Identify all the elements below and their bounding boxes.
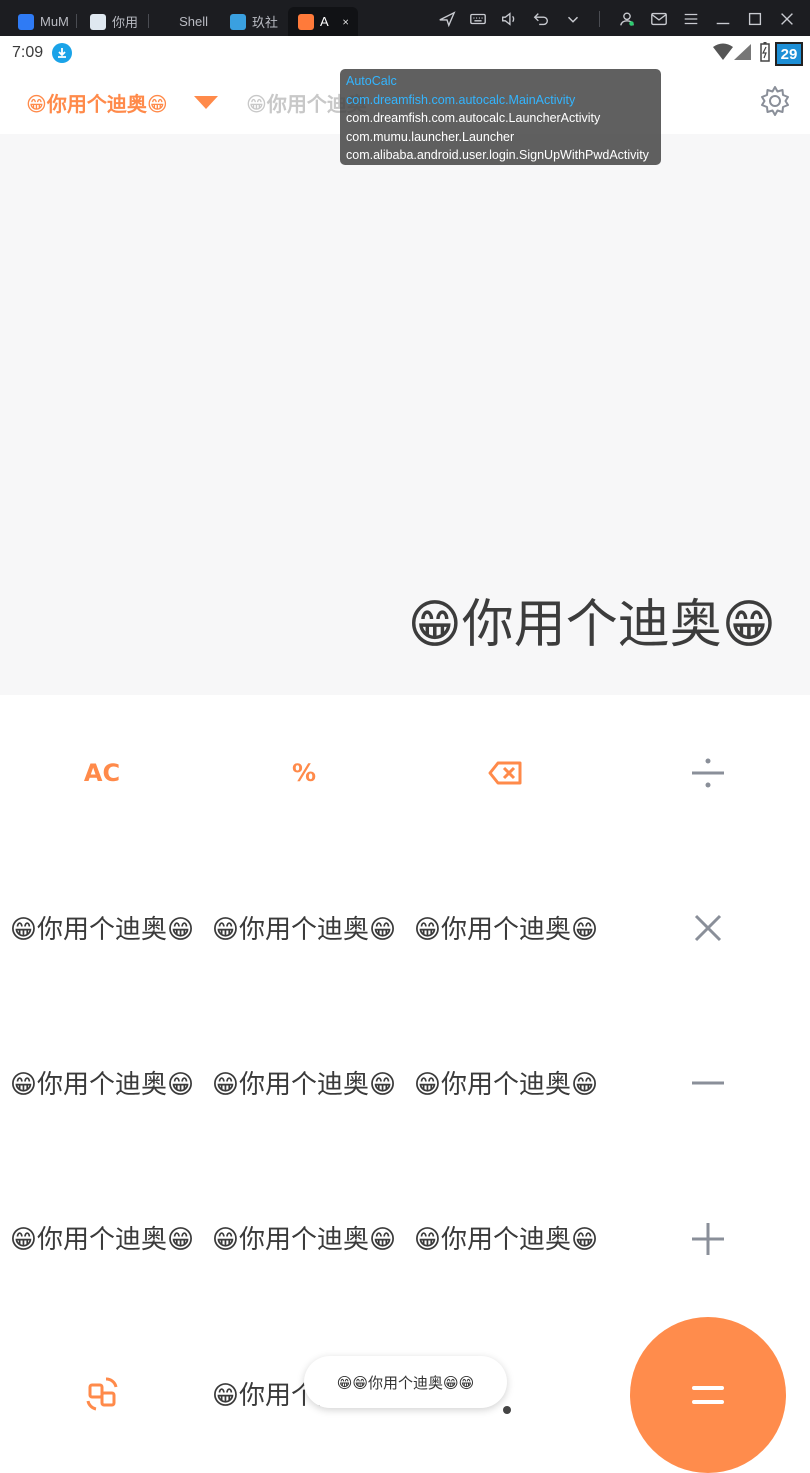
status-bar: 7:09 29 (0, 36, 810, 70)
rotate-button[interactable] (66, 1360, 138, 1426)
undo-icon[interactable] (530, 8, 552, 30)
wifi-icon (713, 43, 733, 60)
menu-icon[interactable] (680, 8, 702, 30)
battery-level-badge: 29 (775, 42, 803, 66)
ac-button[interactable]: AC (52, 740, 152, 806)
key-r3c1[interactable]: 😁你用个迪奥😁 (7, 1207, 197, 1273)
tab-shell[interactable]: Shell (160, 7, 218, 36)
key-r1c2[interactable]: 😁你用个迪奥😁 (209, 897, 399, 963)
key-r1c3[interactable]: 😁你用个迪奥😁 (411, 897, 601, 963)
download-icon (52, 43, 72, 63)
mumu-logo-icon (18, 13, 34, 30)
decimal-point-button[interactable] (503, 1406, 511, 1414)
mode-tab-active[interactable]: 😁你用个迪奥😁 (26, 88, 168, 117)
tooltip-app-name: AutoCalc (346, 74, 397, 88)
minus-button[interactable] (672, 1050, 744, 1116)
key-r3c2[interactable]: 😁你用个迪奥😁 (209, 1207, 399, 1273)
tab-autocalc[interactable]: A (288, 7, 358, 36)
backspace-icon (488, 761, 522, 785)
divide-button[interactable] (672, 740, 744, 806)
equals-icon (692, 1386, 724, 1404)
tooltip-activity-signup: com.alibaba.android.user.login.SignUpWit… (346, 148, 649, 162)
battery-icon (760, 42, 770, 62)
calculator-display: 😁你用个迪奥😁 (0, 134, 810, 695)
status-time: 7:09 (12, 44, 44, 61)
key-r3c3[interactable]: 😁你用个迪奥😁 (411, 1207, 601, 1273)
emulator-titlebar: MuM 你用 Shell 玖社 A (0, 0, 810, 36)
toast-message: 😁😁你用个迪奥😁😁 (304, 1356, 507, 1408)
display-value: 😁你用个迪奥😁 (407, 595, 776, 655)
tab-close-icon[interactable] (342, 16, 348, 28)
app-icon (90, 13, 106, 30)
tooltip-activity-main: com.dreamfish.com.autocalc.MainActivity (346, 92, 576, 107)
autocalc-app-icon (298, 13, 314, 30)
keyboard-icon[interactable] (467, 8, 489, 30)
settings-gear-icon[interactable] (758, 84, 792, 118)
multiply-button[interactable] (672, 895, 744, 961)
tab-jiushe[interactable]: 玖社 (220, 7, 284, 36)
key-r2c1[interactable]: 😁你用个迪奥😁 (7, 1052, 197, 1118)
minus-icon (692, 1081, 724, 1085)
divide-icon (692, 758, 724, 788)
jiushe-app-icon (230, 13, 246, 30)
chevron-down-icon[interactable] (562, 8, 584, 30)
activity-tooltip: AutoCalc com.dreamfish.com.autocalc.Main… (340, 69, 661, 165)
plus-button[interactable] (672, 1206, 744, 1272)
dropdown-caret-icon[interactable] (194, 96, 218, 109)
key-r1c1[interactable]: 😁你用个迪奥😁 (7, 897, 197, 963)
tab-app-2[interactable]: 你用 (80, 7, 144, 36)
user-icon[interactable] (616, 8, 638, 30)
tab-mumu[interactable]: MuM (8, 7, 70, 36)
backspace-button[interactable] (470, 740, 542, 806)
signal-icon (734, 44, 751, 60)
tooltip-activity-launcher: com.dreamfish.com.autocalc.LauncherActiv… (346, 111, 601, 125)
volume-icon[interactable] (498, 8, 520, 30)
plus-icon (692, 1223, 724, 1255)
key-r2c2[interactable]: 😁你用个迪奥😁 (209, 1052, 399, 1118)
rotate-screen-icon (86, 1377, 118, 1411)
plane-icon[interactable] (436, 8, 458, 30)
percent-button[interactable]: % (254, 740, 354, 806)
tooltip-activity-mumu: com.mumu.launcher.Launcher (346, 129, 515, 144)
multiply-icon (694, 914, 722, 942)
minimize-icon[interactable] (712, 8, 734, 30)
equals-button[interactable] (630, 1317, 786, 1473)
key-r2c3[interactable]: 😁你用个迪奥😁 (411, 1052, 601, 1118)
close-icon[interactable] (776, 8, 798, 30)
maximize-icon[interactable] (744, 8, 766, 30)
mail-icon[interactable] (648, 8, 670, 30)
